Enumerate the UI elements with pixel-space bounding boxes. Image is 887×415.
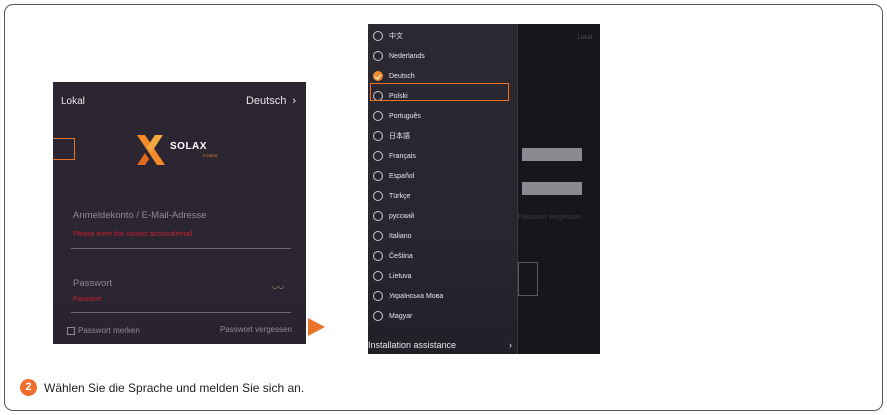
forgot-password-link[interactable]: Passwort vergessen: [220, 325, 292, 334]
background-mode-label: Lokal: [577, 35, 592, 41]
language-label: Magyar: [389, 312, 413, 320]
instruction-text: Wählen Sie die Sprache und melden Sie si…: [44, 381, 305, 395]
radio-icon: [373, 251, 383, 261]
language-screen: Lokal Passwort vergessen 中文 Nederlands D…: [368, 24, 600, 354]
installation-assistance-item[interactable]: Installation assistance ›: [368, 340, 518, 350]
language-label: Nederlands: [389, 52, 425, 60]
radio-icon: [373, 131, 383, 141]
remember-label: Passwort merken: [78, 326, 140, 335]
language-item-it[interactable]: Italiano: [371, 227, 412, 245]
language-item-pt[interactable]: Português: [371, 107, 421, 125]
account-input[interactable]: Anmeldekonto / E-Mail-Adresse: [73, 210, 207, 221]
account-underline: [71, 248, 291, 249]
language-item-cs[interactable]: Čeština: [371, 247, 413, 265]
language-label: Français: [389, 152, 416, 160]
arrow-right-icon: [308, 318, 325, 336]
logo-x-icon: [137, 135, 165, 165]
language-label: Italiano: [389, 232, 412, 240]
language-item-es[interactable]: Español: [371, 167, 414, 185]
language-label: Deutsch: [389, 72, 415, 80]
language-label: 日本語: [389, 133, 410, 140]
language-label: Українська Мова: [389, 292, 444, 300]
language-item-tr[interactable]: Türkçe: [371, 187, 410, 205]
chevron-right-icon: ›: [509, 340, 512, 350]
language-menu: 中文 Nederlands Deutsch Polski Português 日…: [368, 24, 518, 354]
password-underline: [71, 312, 291, 313]
language-item-nl[interactable]: Nederlands: [371, 47, 425, 65]
radio-icon: [373, 231, 383, 241]
language-item-ru[interactable]: русский: [371, 207, 414, 225]
language-item-fr[interactable]: Français: [371, 147, 416, 165]
radio-icon: [373, 31, 383, 41]
step-number-badge: 2: [20, 379, 37, 396]
radio-icon: [373, 311, 383, 321]
radio-icon: [373, 271, 383, 281]
language-item-hu[interactable]: Magyar: [371, 307, 412, 325]
login-screen: Lokal Deutsch › SOLAX POWER Anmeldekonto …: [53, 82, 306, 344]
radio-icon: [373, 111, 383, 121]
solax-logo: SOLAX POWER: [133, 132, 233, 172]
password-error: Passwort: [73, 296, 102, 303]
account-error: Please enter the correct account/email: [73, 231, 193, 238]
language-label: Español: [389, 172, 415, 180]
language-label: Lietuva: [389, 272, 412, 280]
installation-assistance-label: Installation assistance: [368, 340, 457, 350]
language-item-ja[interactable]: 日本語: [371, 127, 410, 145]
language-selector[interactable]: Deutsch ›: [246, 95, 296, 107]
radio-icon: [373, 151, 383, 161]
language-label: 中文: [389, 33, 403, 40]
highlight-marker: [370, 83, 509, 101]
background-password-field: [522, 182, 582, 195]
radio-icon: [373, 211, 383, 221]
eye-closed-icon[interactable]: ◡◡: [272, 282, 284, 290]
language-value: Deutsch: [245, 95, 287, 107]
language-label: Čeština: [389, 252, 413, 260]
radio-icon: [373, 171, 383, 181]
background-button: [518, 262, 538, 296]
background-forgot: Passwort vergessen: [518, 214, 582, 221]
background-account-field: [522, 148, 582, 161]
radio-icon: [373, 191, 383, 201]
password-input[interactable]: Passwort: [73, 278, 112, 289]
language-label: Português: [389, 112, 421, 120]
logo-text: SOLAX: [170, 141, 207, 152]
language-item-zh[interactable]: 中文: [371, 27, 403, 45]
radio-checked-icon: [373, 71, 383, 81]
radio-icon: [373, 291, 383, 301]
chevron-right-icon: ›: [292, 95, 296, 107]
highlight-marker: [53, 138, 75, 160]
language-item-lt[interactable]: Lietuva: [371, 267, 412, 285]
language-item-uk[interactable]: Українська Мова: [371, 287, 443, 305]
remember-checkbox[interactable]: [67, 327, 75, 335]
radio-icon: [373, 51, 383, 61]
language-label: русский: [389, 212, 415, 220]
language-label: Türkçe: [389, 192, 411, 200]
logo-subtext: POWER: [203, 154, 218, 158]
mode-label: Lokal: [61, 96, 85, 107]
